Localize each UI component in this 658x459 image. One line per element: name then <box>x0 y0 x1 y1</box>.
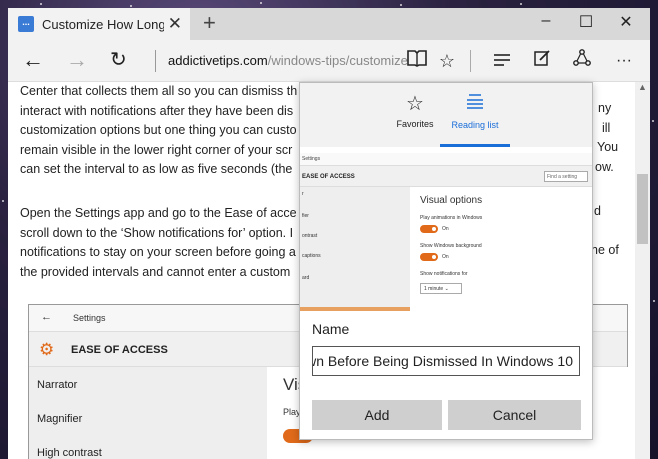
tab-reading-list-label: Reading list <box>451 120 499 130</box>
address-bar[interactable]: addictivetips.com/windows-tips/customize <box>155 50 408 72</box>
text-fragment: You <box>597 140 619 154</box>
embedded-sidebar: Narrator Magnifier High contrast <box>29 367 267 459</box>
back-arrow-icon[interactable]: ← <box>22 48 44 72</box>
url-host: addictivetips.com <box>168 53 268 68</box>
thumbnail-sidebar-item: fier <box>302 213 309 219</box>
tab-title: Customize How Long N <box>42 16 164 32</box>
text-fragment: ny <box>598 101 612 115</box>
refresh-icon[interactable]: ↻ <box>110 48 127 72</box>
tab-reading-list[interactable]: Reading list <box>440 93 510 130</box>
popover-tabs: ☆ Favorites Reading list <box>300 83 592 147</box>
thumbnail-option-label: Show notifications for <box>420 271 468 277</box>
thumbnail-sidebar-item: r <box>302 191 304 197</box>
thumbnail-header: EASE OF ACCESS Find a setting <box>300 165 592 187</box>
hub-icon[interactable] <box>490 49 514 73</box>
minimize-button[interactable]: – <box>526 12 566 30</box>
embedded-back-icon: ← <box>41 311 52 323</box>
thumbnail-sidebar-item: ard <box>302 275 310 281</box>
forward-arrow-icon[interactable]: → <box>66 48 88 72</box>
embedded-sidebar-item: High contrast <box>37 447 102 459</box>
active-tab-indicator <box>440 144 510 147</box>
thumbnail-titlebar: Settings <box>300 153 592 165</box>
gear-icon: ⚙ <box>39 340 55 359</box>
text-fragment: d <box>594 204 601 218</box>
thumbnail-toggle-label: On <box>442 254 449 260</box>
toolbar-divider <box>470 50 471 72</box>
page-thumbnail: Settings EASE OF ACCESS Find a setting r… <box>300 153 592 311</box>
thumbnail-visual-title: Visual options <box>420 195 483 206</box>
cancel-button[interactable]: Cancel <box>448 400 581 430</box>
thumbnail-option-label: Show Windows background <box>420 243 482 249</box>
add-button[interactable]: Add <box>312 400 442 430</box>
thumbnail-main: Visual options Play animations in Window… <box>410 187 592 311</box>
scrollbar-thumb[interactable] <box>637 174 648 244</box>
thumbnail-sidebar-item: ontrast <box>302 233 318 239</box>
site-favicon-icon: ... <box>18 16 34 32</box>
embedded-header-label: EASE OF ACCESS <box>71 344 168 356</box>
name-field-value: Customize How Long Notifications Are Sho… <box>313 353 573 369</box>
thumbnail-toggle <box>420 253 438 261</box>
reading-list-icon <box>440 93 510 116</box>
url-path: /windows-tips/customize <box>267 53 408 68</box>
thumbnail-header-label: EASE OF ACCESS <box>302 174 355 180</box>
thumbnail-select: 1 minute ⌄ <box>420 283 462 294</box>
embedded-sidebar-item: Magnifier <box>37 413 83 425</box>
web-note-icon[interactable] <box>530 49 554 73</box>
close-tab-icon[interactable]: ✕ <box>168 14 182 34</box>
more-icon[interactable]: ··· <box>612 49 636 73</box>
thumbnail-sidebar-item: captions <box>302 253 321 259</box>
favorite-star-icon[interactable]: ☆ <box>435 49 459 73</box>
share-icon[interactable] <box>570 49 594 73</box>
page-scrollbar[interactable]: ▲ <box>635 82 650 459</box>
tab-bar: ... Customize How Long N ✕ + – ☐ ✕ <box>8 8 650 40</box>
text-fragment: ne of <box>591 243 619 257</box>
close-window-button[interactable]: ✕ <box>606 12 646 32</box>
thumbnail-find-box: Find a setting <box>544 171 588 182</box>
browser-tab[interactable]: ... Customize How Long N ✕ <box>8 8 190 40</box>
scroll-up-icon[interactable]: ▲ <box>638 82 647 92</box>
thumbnail-option-label: Play animations in Windows <box>420 215 483 221</box>
name-field[interactable]: Customize How Long Notifications Are Sho… <box>312 346 580 376</box>
text-fragment: ow. <box>595 160 614 174</box>
add-to-reading-list-popover: ☆ Favorites Reading list Settings EASE O… <box>299 82 593 440</box>
new-tab-button[interactable]: + <box>203 10 216 36</box>
name-label: Name <box>312 321 350 337</box>
thumbnail-toggle <box>420 225 438 233</box>
thumbnail-select-value: 1 minute <box>424 286 444 292</box>
thumbnail-accent-bar <box>300 307 410 311</box>
text-fragment: ill <box>602 121 611 135</box>
embedded-sidebar-item: Narrator <box>37 379 78 391</box>
thumbnail-toggle-label: On <box>442 226 449 232</box>
navigation-bar: ← → ↻ addictivetips.com/windows-tips/cus… <box>8 40 650 82</box>
maximize-button[interactable]: ☐ <box>566 12 606 32</box>
reading-view-icon[interactable] <box>405 49 429 73</box>
thumbnail-sidebar: r fier ontrast captions ard <box>300 187 410 311</box>
